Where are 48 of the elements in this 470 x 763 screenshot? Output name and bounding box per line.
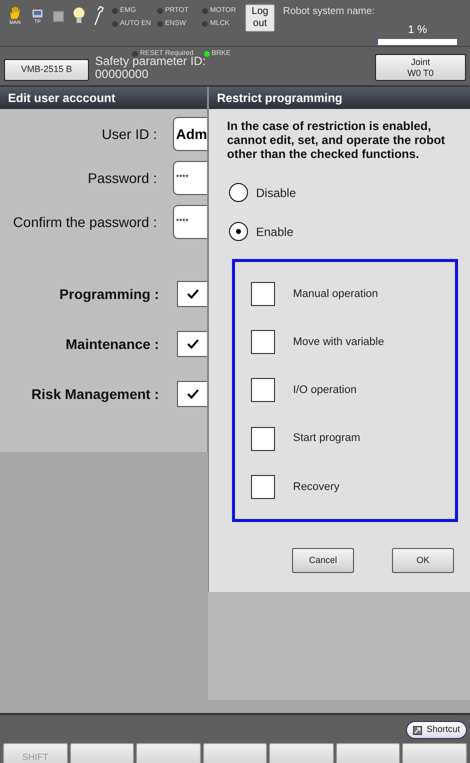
stop-square-icon[interactable]	[53, 10, 64, 22]
shortcut-button[interactable]: Shortcut	[406, 721, 467, 739]
input-field[interactable]: ****	[173, 205, 207, 239]
permission-label: Maintenance :	[66, 334, 159, 354]
joint-button[interactable]: Joint W0 T0	[375, 54, 466, 81]
checkbox-label: Move with variable	[293, 335, 384, 350]
radio-label: Disable	[256, 184, 296, 202]
robot-model-button[interactable]: VMB-2515 B	[4, 59, 89, 81]
checkmark-icon	[186, 289, 198, 299]
checkbox-label: Recovery	[293, 480, 340, 495]
field-label: Password :	[88, 168, 157, 188]
permission-label: Programming :	[59, 284, 159, 304]
logout-button[interactable]: Log out	[245, 4, 275, 32]
permission-label: Risk Management :	[31, 384, 159, 404]
field-label: Confirm the password :	[13, 212, 157, 232]
input-field[interactable]: Adm	[173, 117, 207, 151]
shortcut-arrow-icon	[413, 726, 422, 734]
radio-button[interactable]	[229, 183, 248, 202]
panel-title: Edit user acccount	[0, 87, 207, 109]
checkbox-label: Manual operation	[293, 286, 378, 302]
checkbox[interactable]	[251, 330, 275, 354]
checkbox[interactable]	[177, 381, 207, 407]
pendant-icon[interactable]	[31, 7, 44, 19]
dialog-title: Restrict programming	[209, 87, 470, 109]
radio-label: Enable	[256, 224, 294, 240]
dialog-message: In the case of restriction is enabled, cannot edit, set, and operate the robot other than the checked functions.	[227, 119, 446, 161]
system-name-label: Robot system name:	[283, 5, 376, 19]
checkbox[interactable]	[251, 426, 275, 451]
checkbox[interactable]	[177, 281, 207, 307]
light-bulb-icon[interactable]	[73, 7, 85, 25]
progress-reading: 1 %	[408, 23, 427, 38]
safety-id-value: 00000000	[95, 68, 148, 81]
cancel-button[interactable]: Cancel	[292, 548, 354, 573]
wrench-icon[interactable]	[94, 6, 104, 26]
checkbox[interactable]	[251, 474, 275, 499]
field-label: User ID :	[102, 124, 157, 144]
checkmark-icon	[186, 389, 198, 399]
checkbox-label: Start program	[293, 431, 360, 446]
safety-id-label: Safety parameter ID:	[95, 55, 206, 68]
radio-button[interactable]	[229, 222, 248, 241]
checkbox[interactable]	[177, 331, 207, 357]
checkmark-icon	[186, 339, 198, 349]
ok-button[interactable]: OK	[392, 548, 454, 573]
checkbox[interactable]	[251, 378, 275, 402]
checkbox-label: I/O operation	[293, 383, 357, 398]
checkbox[interactable]	[251, 282, 275, 306]
input-field[interactable]: ****	[173, 161, 207, 195]
hand-icon[interactable]	[8, 6, 22, 20]
